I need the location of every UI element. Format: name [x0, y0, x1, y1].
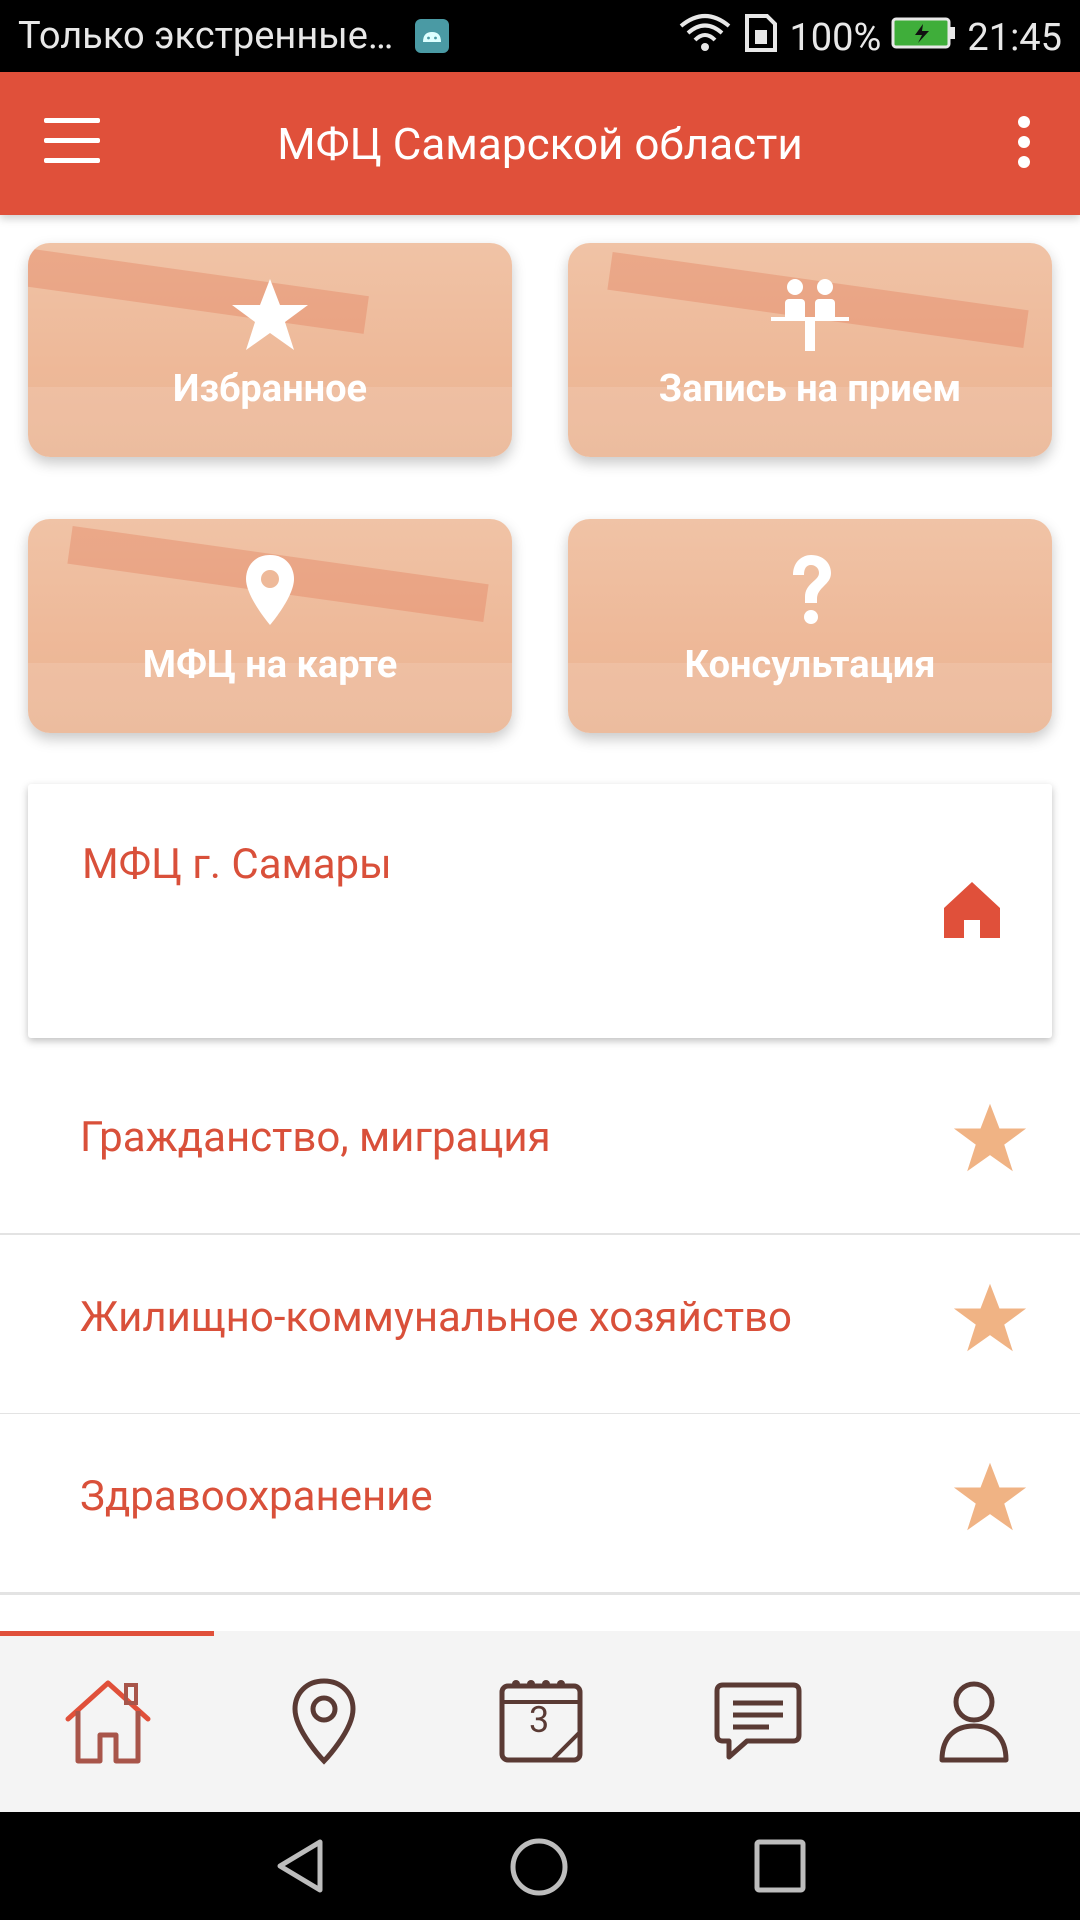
region-label: МФЦ г. Самары	[82, 840, 392, 889]
nav-home[interactable]	[48, 1661, 168, 1781]
favorites-tile[interactable]: Избранное	[28, 243, 512, 457]
chat-icon	[714, 1682, 802, 1760]
category-label: Жилищно-коммунальное хозяйство	[80, 1293, 792, 1342]
nav-profile[interactable]	[914, 1661, 1034, 1781]
battery-percent: 100%	[789, 16, 882, 60]
list-item[interactable]: Жилищно-коммунальное хозяйство	[0, 1235, 1080, 1416]
sim-icon	[743, 12, 779, 64]
location-icon	[292, 1678, 356, 1765]
region-card[interactable]: МФЦ г. Самары	[28, 784, 1052, 1038]
bottom-navigation: 3	[0, 1631, 1080, 1812]
wifi-icon	[677, 12, 733, 64]
tile-label: Консультация	[684, 643, 936, 687]
appointment-tile[interactable]: Запись на прием	[568, 243, 1052, 457]
selected-tab-indicator	[0, 1631, 214, 1636]
recents-icon[interactable]	[752, 1836, 808, 1896]
category-label: Гражданство, миграция	[80, 1113, 551, 1162]
android-debug-icon	[415, 19, 450, 53]
star-icon[interactable]	[952, 1281, 1028, 1355]
tile-label: МФЦ на карте	[142, 643, 398, 687]
list-item[interactable]: Гражданство, миграция	[0, 1055, 1080, 1236]
list-item[interactable]: Здравоохранение	[0, 1414, 1080, 1595]
profile-icon	[939, 1681, 1009, 1763]
consultation-tile[interactable]: Консультация	[568, 519, 1052, 733]
question-icon	[793, 555, 831, 624]
system-navigation-bar	[0, 1812, 1080, 1920]
nav-calendar[interactable]: 3	[481, 1661, 601, 1781]
calendar-day: 3	[529, 1699, 550, 1741]
back-icon[interactable]	[270, 1836, 330, 1896]
notification-text: Только экстренные…	[18, 14, 394, 58]
home-button-icon[interactable]	[508, 1836, 570, 1898]
more-vert-icon[interactable]	[1018, 116, 1032, 172]
category-label: Здравоохранение	[80, 1472, 433, 1521]
star-icon[interactable]	[952, 1101, 1028, 1175]
tile-label: Запись на прием	[658, 367, 962, 411]
page-title: МФЦ Самарской области	[277, 118, 803, 170]
home-icon[interactable]	[942, 880, 1002, 940]
app-bar: МФЦ Самарской области	[0, 72, 1080, 215]
nav-map[interactable]	[264, 1661, 384, 1781]
status-bar: Только экстренные… 100% 21:45	[0, 0, 1080, 72]
star-icon[interactable]	[952, 1460, 1028, 1534]
battery-icon	[891, 16, 957, 60]
map-tile[interactable]: МФЦ на карте	[28, 519, 512, 733]
star-icon	[232, 279, 308, 350]
reception-desk-icon	[771, 279, 849, 351]
tile-label: Избранное	[172, 367, 368, 411]
map-pin-icon	[246, 555, 294, 625]
clock: 21:45	[967, 16, 1062, 60]
home-icon	[65, 1680, 151, 1764]
nav-chat[interactable]	[698, 1661, 818, 1781]
